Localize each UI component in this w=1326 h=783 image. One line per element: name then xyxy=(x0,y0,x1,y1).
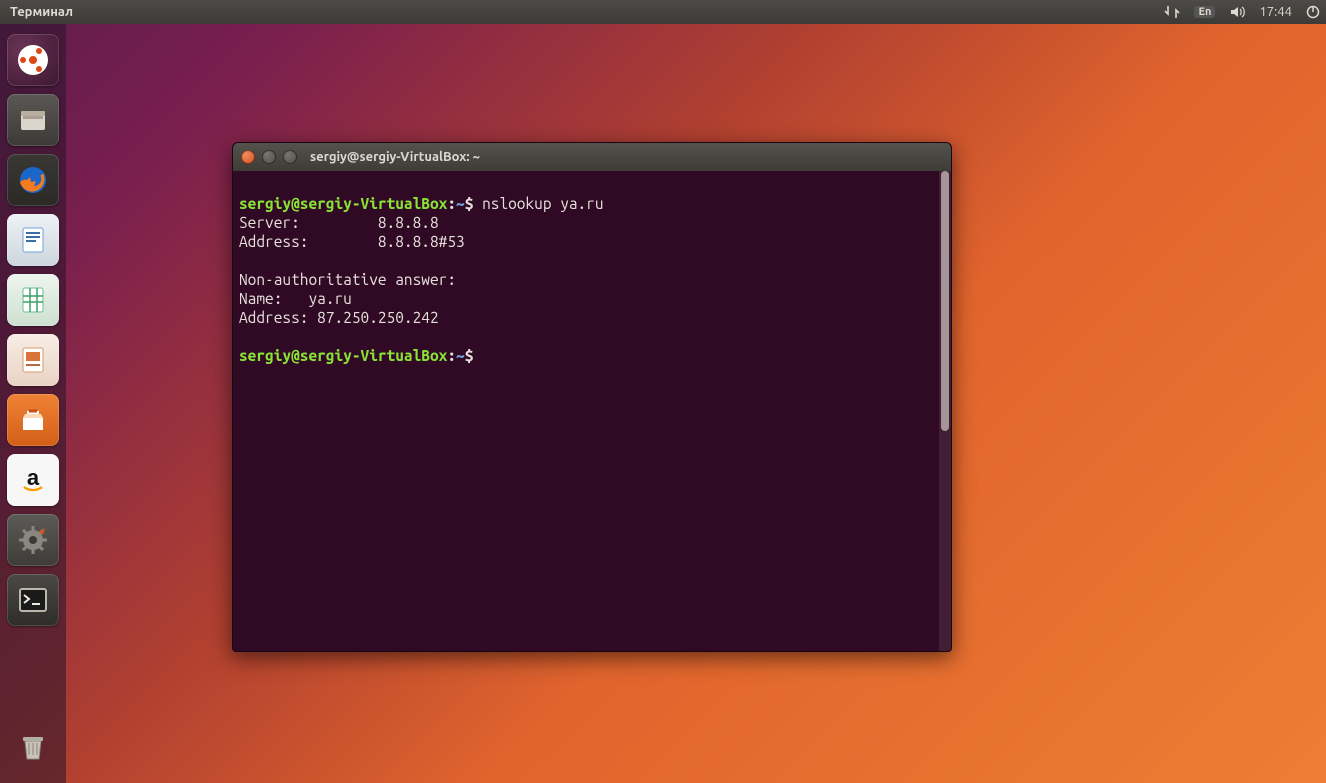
terminal-scrollbar-thumb[interactable] xyxy=(941,171,949,431)
launcher-trash[interactable] xyxy=(7,721,59,773)
prompt-dollar: $ xyxy=(465,195,474,212)
prompt-sep: : xyxy=(447,347,456,364)
terminal-body[interactable]: sergiy@sergiy-VirtualBox:~$ nslookup ya.… xyxy=(233,171,951,651)
launcher-impress[interactable] xyxy=(7,334,59,386)
terminal-window-title: sergiy@sergiy-VirtualBox: ~ xyxy=(310,150,480,164)
terminal-scrollbar[interactable] xyxy=(939,171,951,651)
launcher-software[interactable] xyxy=(7,394,59,446)
window-close-button[interactable] xyxy=(241,150,255,164)
launcher-calc[interactable] xyxy=(7,274,59,326)
terminal-window: sergiy@sergiy-VirtualBox: ~ sergiy@sergi… xyxy=(232,142,952,652)
window-maximize-button[interactable] xyxy=(283,150,297,164)
launcher-files[interactable] xyxy=(7,94,59,146)
active-app-title: Терминал xyxy=(10,5,73,19)
terminal-output-line: Name: ya.ru xyxy=(239,290,352,307)
network-indicator[interactable] xyxy=(1164,5,1180,19)
prompt-dollar: $ xyxy=(465,347,474,364)
session-indicator[interactable] xyxy=(1306,5,1320,19)
terminal-output-line: Non-authoritative answer: xyxy=(239,271,456,288)
keyboard-layout-indicator[interactable]: En xyxy=(1194,6,1215,18)
launcher-settings[interactable] xyxy=(7,514,59,566)
svg-text:a: a xyxy=(27,465,40,490)
launcher-firefox[interactable] xyxy=(7,154,59,206)
sound-indicator[interactable] xyxy=(1229,5,1245,19)
terminal-output-line: Address: 8.8.8.8#53 xyxy=(239,233,465,250)
terminal-output-line: Address: 87.250.250.242 xyxy=(239,309,439,326)
launcher-terminal[interactable] xyxy=(7,574,59,626)
prompt-path: ~ xyxy=(456,195,465,212)
top-menu-bar: Терминал En 17:44 xyxy=(0,0,1326,24)
prompt-user: sergiy@sergiy-VirtualBox xyxy=(239,195,447,212)
terminal-titlebar[interactable]: sergiy@sergiy-VirtualBox: ~ xyxy=(233,143,951,171)
launcher-writer[interactable] xyxy=(7,214,59,266)
prompt-sep: : xyxy=(447,195,456,212)
terminal-output-line: Server: 8.8.8.8 xyxy=(239,214,439,231)
unity-launcher: a xyxy=(0,24,66,783)
clock[interactable]: 17:44 xyxy=(1259,5,1292,19)
terminal-command: nslookup ya.ru xyxy=(482,195,604,212)
prompt-user: sergiy@sergiy-VirtualBox xyxy=(239,347,447,364)
window-minimize-button[interactable] xyxy=(262,150,276,164)
launcher-amazon[interactable]: a xyxy=(7,454,59,506)
prompt-path: ~ xyxy=(456,347,465,364)
launcher-dash[interactable] xyxy=(7,34,59,86)
